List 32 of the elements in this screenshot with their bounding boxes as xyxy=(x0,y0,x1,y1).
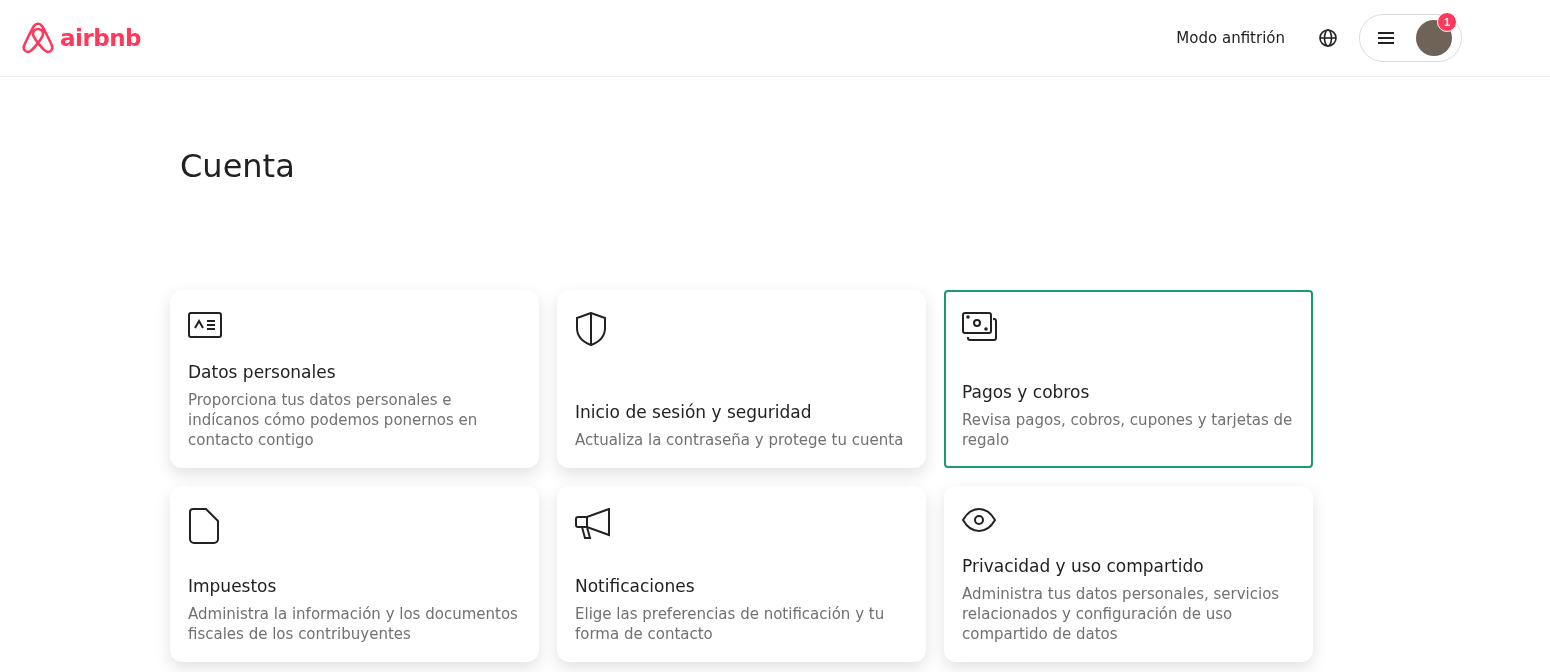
card-description: Actualiza la contraseña y protege tu cuenta xyxy=(575,430,905,450)
account-settings-card[interactable]: Privacidad y uso compartido Administra tus datos personales, servicios relacionados y configuración de uso compartido de datos xyxy=(944,486,1313,662)
account-settings-card[interactable]: Datos personales Proporciona tus datos personales e indícanos cómo podemos ponernos en contacto contigo xyxy=(170,290,539,468)
airbnb-logo[interactable]: airbnb xyxy=(22,21,142,55)
card-title: Notificaciones xyxy=(575,576,696,596)
account-settings-card[interactable]: Notificaciones Elige las preferencias de notificación y tu forma de contacto xyxy=(557,486,926,662)
card-title: Privacidad y uso compartido xyxy=(962,556,1205,576)
card-title: Datos personales xyxy=(188,362,337,382)
card-title: Inicio de sesión y seguridad xyxy=(575,402,813,422)
notification-count: 1 xyxy=(1437,12,1457,32)
eye-icon xyxy=(962,508,996,532)
account-settings-card[interactable]: Impuestos Administra la información y los documentos fiscales de los contribuyentes xyxy=(170,486,539,662)
card-description: Administra tus datos personales, servicios relacionados y configuración de uso compartido de datos xyxy=(962,584,1281,644)
card-description: Administra la información y los documentos fiscales de los contribuyentes xyxy=(188,604,519,644)
card-title: Impuestos xyxy=(188,576,278,596)
megaphone-icon xyxy=(575,508,611,540)
host-mode-link[interactable]: Modo anfitrión xyxy=(1164,19,1297,57)
id-card-icon xyxy=(188,312,222,338)
card-description: Elige las preferencias de notificación y tu forma de contacto xyxy=(575,604,886,644)
account-settings-card[interactable]: Pagos y cobros Revisa pagos, cobros, cupones y tarjetas de regalo xyxy=(944,290,1313,468)
account-settings-card[interactable]: Inicio de sesión y seguridad Actualiza la contraseña y protege tu cuenta xyxy=(557,290,926,468)
banknotes-icon xyxy=(962,312,998,342)
avatar-photo-placeholder xyxy=(1416,20,1452,56)
page-title: Cuenta xyxy=(180,147,296,185)
card-description: Revisa pagos, cobros, cupones y tarjetas de regalo xyxy=(962,410,1294,450)
shield-icon xyxy=(575,312,607,346)
card-title: Pagos y cobros xyxy=(962,382,1091,402)
logo-icon xyxy=(22,21,54,55)
card-description: Proporciona tus datos personales e indícanos cómo podemos ponernos en contacto contigo xyxy=(188,390,479,450)
user-menu-button[interactable]: 1 xyxy=(1359,14,1462,62)
menu-icon xyxy=(1378,32,1394,44)
document-icon xyxy=(188,508,220,544)
